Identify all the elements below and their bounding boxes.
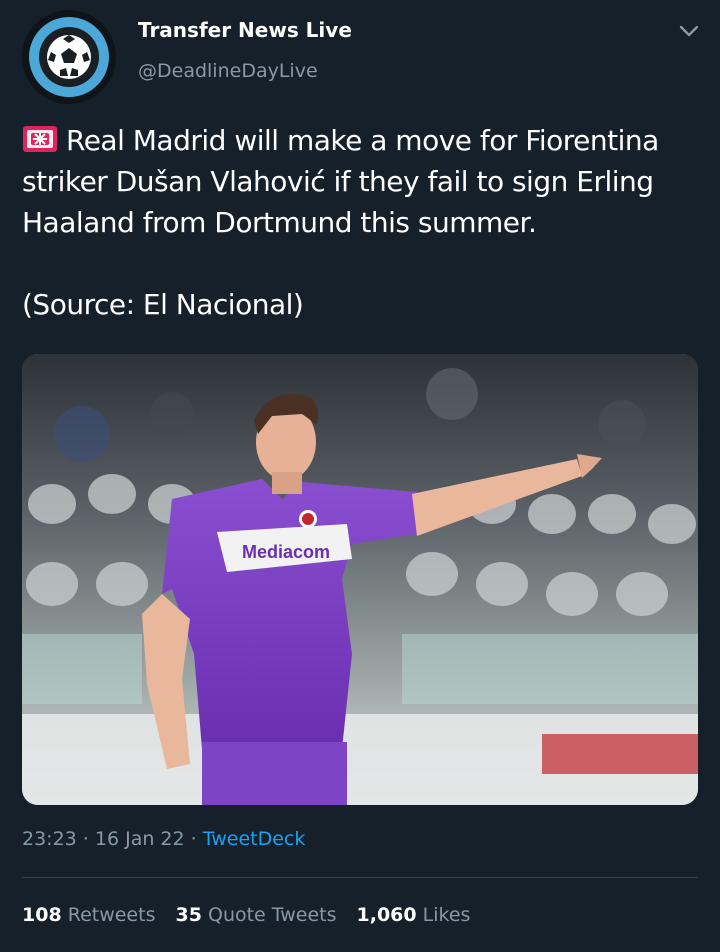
user-handle[interactable]: @DeadlineDayLive bbox=[138, 60, 318, 82]
quote-tweets-label: Quote Tweets bbox=[207, 904, 337, 926]
tweet-text-container: Real Madrid will make a move for Fiorent… bbox=[22, 120, 707, 325]
soccer-ball-icon bbox=[29, 17, 109, 97]
quote-tweets-stat[interactable]: 35 Quote Tweets bbox=[175, 904, 336, 926]
display-name[interactable]: Transfer News Live bbox=[138, 18, 352, 42]
meta-separator: · bbox=[184, 828, 203, 850]
likes-stat[interactable]: 1,060 Likes bbox=[357, 904, 471, 926]
meta-separator: · bbox=[76, 828, 95, 850]
retweets-label: Retweets bbox=[67, 904, 156, 926]
engagement-stats: 108 Retweets 35 Quote Tweets 1,060 Likes bbox=[22, 904, 470, 926]
divider bbox=[22, 877, 698, 878]
chevron-down-icon bbox=[679, 25, 699, 37]
rotating-siren-icon bbox=[23, 126, 57, 152]
tweet-timestamp: 23:23 · 16 Jan 22 · TweetDeck bbox=[22, 828, 305, 850]
tweet-photo[interactable]: Mediacom bbox=[22, 354, 698, 805]
tweet-source-link[interactable]: TweetDeck bbox=[203, 828, 306, 850]
tweet-time[interactable]: 23:23 bbox=[22, 828, 77, 850]
retweets-stat[interactable]: 108 Retweets bbox=[22, 904, 155, 926]
tweet-date[interactable]: 16 Jan 22 bbox=[95, 828, 185, 850]
likes-label: Likes bbox=[422, 904, 471, 926]
retweets-count: 108 bbox=[22, 904, 62, 926]
tweet-text: Real Madrid will make a move for Fiorent… bbox=[22, 124, 659, 321]
player-photo: Mediacom bbox=[22, 354, 698, 805]
likes-count: 1,060 bbox=[356, 904, 417, 926]
sponsor-logo: Mediacom bbox=[242, 542, 330, 562]
avatar[interactable] bbox=[22, 10, 116, 104]
quote-tweets-count: 35 bbox=[175, 904, 202, 926]
tweet-options-button[interactable] bbox=[676, 20, 702, 42]
